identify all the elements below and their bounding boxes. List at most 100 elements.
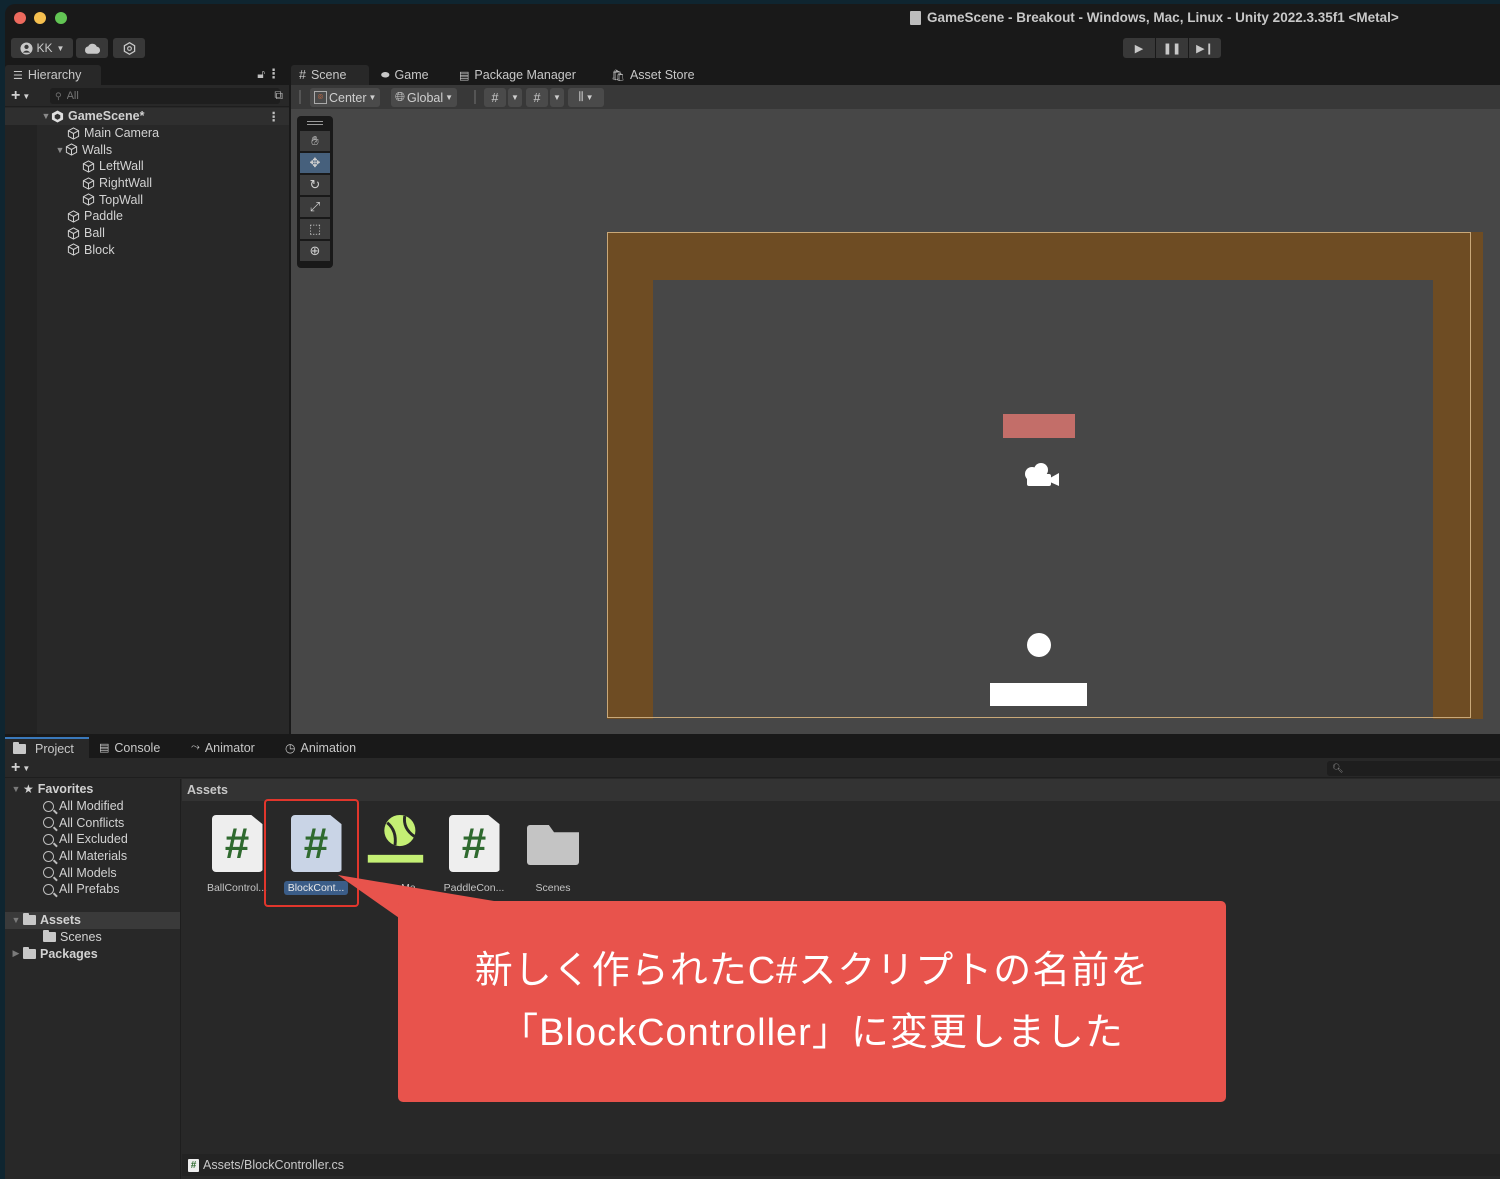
favorite-item[interactable]: All Prefabs <box>5 881 180 898</box>
favorite-item[interactable]: All Materials <box>5 848 180 865</box>
hierarchy-item[interactable]: Paddle <box>5 208 289 225</box>
hierarchy-item[interactable]: Ball <box>5 225 289 242</box>
block-object[interactable] <box>1003 414 1075 438</box>
create-asset-button[interactable]: + ▼ <box>11 759 30 777</box>
grid-snap-button[interactable]: # <box>526 88 548 107</box>
asset-item[interactable]: Scenes <box>515 815 591 895</box>
step-button[interactable]: ▶❙ <box>1189 38 1221 58</box>
tab-package-manager[interactable]: ▤ Package Manager <box>451 65 584 85</box>
favorites-row[interactable]: ▼ ★ Favorites <box>5 781 180 798</box>
tab-animator[interactable]: ⤳ Animator <box>183 737 263 758</box>
more-options-icon[interactable]: ⋮ <box>267 66 280 82</box>
scene-viewport[interactable] <box>607 232 1483 719</box>
lock-icon[interactable]: 🔓︎ <box>257 67 265 82</box>
project-search-input[interactable] <box>1343 762 1494 775</box>
expand-arrow-icon[interactable]: ▼ <box>41 111 51 121</box>
transform-tool-button[interactable]: ⊕ <box>300 241 330 261</box>
grid-options-dropdown[interactable]: ▼ <box>508 88 522 107</box>
expand-arrow-icon[interactable]: ▼ <box>9 915 23 925</box>
hierarchy-item[interactable]: Main Camera <box>5 125 289 142</box>
tab-project[interactable]: Project <box>5 737 89 758</box>
tab-animation[interactable]: ◷ Animation <box>277 737 364 758</box>
hierarchy-item[interactable]: ▼ Walls <box>5 141 289 158</box>
hand-tool-button[interactable]: ✋︎ <box>300 131 330 151</box>
expand-arrow-icon[interactable]: ▼ <box>9 784 23 794</box>
clock-icon: ◷ <box>285 740 296 755</box>
favorite-item[interactable]: All Conflicts <box>5 814 180 831</box>
rect-tool-button[interactable]: ⬚ <box>300 219 330 239</box>
folder-item[interactable]: Scenes <box>5 929 180 946</box>
pause-button[interactable]: ❚❚ <box>1156 38 1188 58</box>
ball-object[interactable] <box>1027 633 1051 657</box>
hierarchy-item[interactable]: RightWall <box>5 175 289 192</box>
scale-tool-button[interactable]: ⤢ <box>300 197 330 217</box>
tab-console[interactable]: ▤ Console <box>91 737 168 758</box>
csharp-script-icon: # <box>448 815 500 873</box>
csharp-script-icon: # <box>188 1158 199 1172</box>
globe-icon: 🌐︎ <box>395 90 406 104</box>
hierarchy-item[interactable]: Block <box>5 242 289 259</box>
tab-scene[interactable]: # Scene <box>291 65 369 85</box>
expand-arrow-icon[interactable]: ▶ <box>9 948 23 959</box>
space-mode-dropdown[interactable]: 🌐︎ Global ▼ <box>391 88 458 107</box>
play-button[interactable]: ▶ <box>1123 38 1155 58</box>
favorite-item[interactable]: All Excluded <box>5 831 180 848</box>
account-dropdown[interactable]: KK ▼ <box>11 38 73 58</box>
rotate-tool-button[interactable]: ↻ <box>300 175 330 195</box>
hierarchy-search[interactable]: ⚲ <box>50 88 280 104</box>
animator-icon: ⤳ <box>191 741 200 753</box>
move-tool-button[interactable]: ✥ <box>300 153 330 173</box>
asset-item[interactable]: # PaddleCon... <box>436 815 512 895</box>
maximize-window-button[interactable] <box>55 12 67 24</box>
chevron-down-icon: ▼ <box>585 93 594 102</box>
selected-asset-path: Assets/BlockController.cs <box>203 1158 345 1172</box>
tab-asset-store[interactable]: 🛍︎ Asset Store <box>603 65 703 85</box>
hierarchy-item[interactable]: LeftWall <box>5 158 289 175</box>
breadcrumb-label[interactable]: Assets <box>187 783 228 797</box>
overlay-drag-handle[interactable] <box>300 119 330 127</box>
account-label: KK <box>36 41 53 55</box>
toolbar-separator <box>299 90 301 104</box>
hierarchy-tree: ▼ GameScene* ⋮ Main Camera ▼ Walls LeftW… <box>5 108 289 258</box>
left-wall[interactable] <box>607 232 653 719</box>
play-icon: ▶ <box>1134 42 1144 55</box>
expand-arrow-icon[interactable]: ▼ <box>55 145 65 155</box>
minimize-window-button[interactable] <box>34 12 46 24</box>
search-icon <box>43 800 54 812</box>
assets-folder-row[interactable]: ▼ Assets <box>5 911 180 929</box>
gameobject-icon <box>65 143 78 156</box>
project-search[interactable]: 🔍︎ <box>1327 761 1500 776</box>
camera-gizmo-icon[interactable] <box>1019 460 1061 490</box>
cloud-button[interactable] <box>76 38 108 58</box>
pivot-mode-dropdown[interactable]: ⌾ Center ▼ <box>310 88 381 107</box>
packages-folder-row[interactable]: ▶ Packages <box>5 945 180 962</box>
collab-button[interactable] <box>113 38 145 58</box>
tab-hierarchy[interactable]: ☰ Hierarchy <box>5 65 101 85</box>
hierarchy-search-input[interactable] <box>66 90 237 102</box>
snap-options-dropdown[interactable]: ▼ <box>550 88 564 107</box>
scene-menu-icon[interactable]: ⋮ <box>268 109 281 124</box>
favorite-item[interactable]: All Models <box>5 864 180 881</box>
chevron-down-icon: ▼ <box>22 763 31 773</box>
assets-folder-label: Assets <box>40 913 81 928</box>
tab-game[interactable]: ⬬ Game <box>373 65 437 85</box>
hierarchy-item[interactable]: TopWall <box>5 191 289 208</box>
pivot-mode-label: Center <box>329 90 367 105</box>
plus-icon: + <box>11 759 21 776</box>
search-icon: 🔍︎ <box>1332 763 1344 773</box>
create-button[interactable]: + ▼ <box>11 87 30 105</box>
close-window-button[interactable] <box>14 12 26 24</box>
paddle-object[interactable] <box>990 683 1087 706</box>
right-wall[interactable] <box>1433 232 1483 719</box>
asset-item[interactable]: BounceMa... <box>357 815 433 895</box>
scene-visibility-icon[interactable]: ⧉ <box>274 88 283 103</box>
chevron-down-icon: ▼ <box>445 93 454 102</box>
top-wall[interactable] <box>607 232 1477 280</box>
hand-icon: ✋︎ <box>311 133 319 148</box>
grid-visibility-button[interactable]: # <box>484 88 506 107</box>
scene-root-row[interactable]: ▼ GameScene* ⋮ <box>5 108 289 125</box>
hierarchy-toolbar: +▼ ⚲ ⧉ <box>5 85 289 107</box>
favorite-item[interactable]: All Modified <box>5 798 180 815</box>
package-icon: ▤ <box>459 69 470 82</box>
increment-snap-dropdown[interactable]: ⫼ ▼ <box>568 88 604 107</box>
